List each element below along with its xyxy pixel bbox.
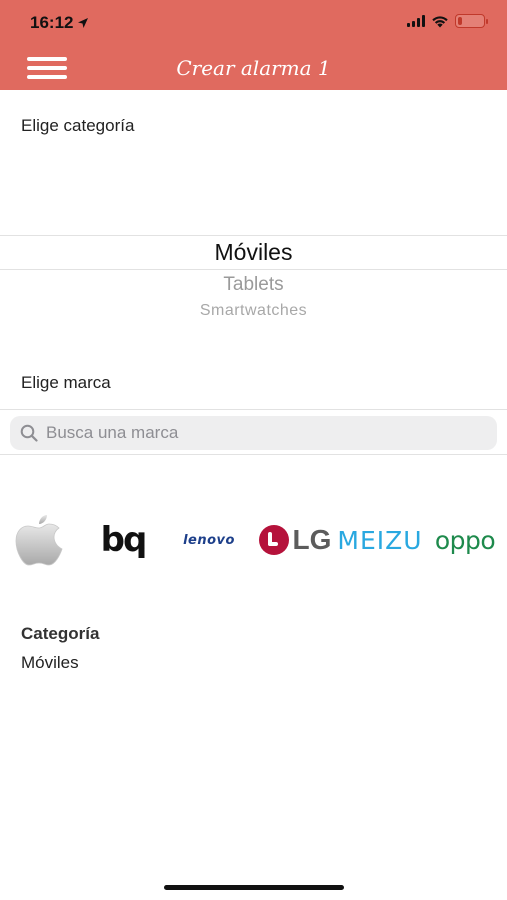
- page-title: Crear alarma 1: [176, 56, 331, 80]
- apple-logo-icon: [15, 515, 63, 566]
- brand-logo-apple[interactable]: [8, 508, 70, 572]
- brand-logo-lg[interactable]: LG: [256, 508, 334, 572]
- wifi-icon: [432, 15, 448, 27]
- picker-selection-top-divider: [0, 235, 507, 236]
- brand-logo-bq[interactable]: bq: [93, 508, 153, 572]
- search-bar: [0, 409, 507, 455]
- cellular-signal-icon: [407, 15, 425, 27]
- brand-logo-oppo[interactable]: oppo: [426, 508, 504, 572]
- battery-level: [458, 17, 462, 25]
- picker-option[interactable]: Smartwatches: [0, 302, 507, 320]
- brand-logo-lenovo[interactable]: lenovo: [170, 508, 248, 572]
- brand-logo-meizu-text: MEIZU: [337, 525, 423, 555]
- status-bar: 16:12: [0, 0, 507, 46]
- brand-logo-lg-text: LG: [292, 524, 332, 555]
- picker-selection-bottom-divider: [0, 269, 507, 270]
- category-label: Elige categoría: [21, 116, 135, 135]
- brand-logo-oppo-text: oppo: [434, 525, 496, 555]
- picker-option[interactable]: Tablets: [0, 274, 507, 296]
- search-field[interactable]: [10, 416, 497, 450]
- status-icons: [407, 14, 488, 28]
- status-time: 16:12: [30, 13, 89, 33]
- picker-option-selected[interactable]: Móviles: [0, 239, 507, 266]
- brand-carousel: bq lenovo LG MEIZU oppo: [0, 508, 507, 572]
- home-indicator[interactable]: [164, 885, 344, 890]
- summary-value: Móviles: [21, 653, 79, 672]
- brand-logo-bq-text: bq: [100, 520, 148, 560]
- summary-title: Categoría: [21, 624, 100, 643]
- battery-icon: [455, 14, 488, 28]
- location-arrow-icon: [78, 18, 89, 28]
- status-time-text: 16:12: [30, 13, 74, 32]
- search-input[interactable]: [44, 422, 484, 444]
- brand-logo-meizu[interactable]: MEIZU: [337, 508, 423, 572]
- brand-label: Elige marca: [21, 373, 111, 392]
- brand-logo-lenovo-text: lenovo: [183, 532, 235, 548]
- lg-face-icon: [258, 525, 289, 555]
- search-icon: [20, 424, 38, 442]
- nav-bar: 16:12 Crear alarma 1: [0, 0, 507, 90]
